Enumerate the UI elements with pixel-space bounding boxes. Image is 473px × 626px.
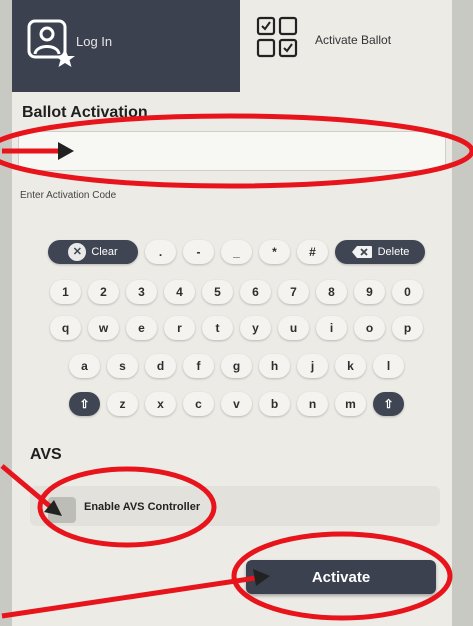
keyboard-row-digits: 1 2 3 4 5 6 7 8 9 0 bbox=[0, 280, 473, 304]
key-b[interactable]: b bbox=[259, 392, 290, 416]
key-p[interactable]: p bbox=[392, 316, 423, 340]
key-7[interactable]: 7 bbox=[278, 280, 309, 304]
key-dash[interactable]: - bbox=[183, 240, 214, 264]
avs-controller-label: Enable AVS Controller bbox=[84, 501, 201, 513]
activate-button[interactable]: Activate bbox=[246, 560, 436, 594]
key-h[interactable]: h bbox=[259, 354, 290, 378]
shift-key-right[interactable]: ⇧ bbox=[373, 392, 404, 416]
screen: Log In Activate Ballot bbox=[12, 0, 452, 626]
key-6[interactable]: 6 bbox=[240, 280, 271, 304]
shift-arrow-icon: ⇧ bbox=[383, 397, 394, 411]
keyboard-row-q: q w e r t y u i o p bbox=[0, 316, 473, 340]
key-8[interactable]: 8 bbox=[316, 280, 347, 304]
key-3[interactable]: 3 bbox=[126, 280, 157, 304]
key-4[interactable]: 4 bbox=[164, 280, 195, 304]
key-q[interactable]: q bbox=[50, 316, 81, 340]
key-period[interactable]: . bbox=[145, 240, 176, 264]
avs-controller-toggle[interactable] bbox=[48, 497, 76, 523]
clear-key-label: Clear bbox=[91, 246, 118, 258]
tab-activate-ballot[interactable]: Activate Ballot bbox=[240, 0, 452, 92]
delete-key-label: Delete bbox=[377, 246, 410, 258]
key-hash[interactable]: # bbox=[297, 240, 328, 264]
activation-code-help: Enter Activation Code bbox=[20, 190, 117, 201]
delete-key[interactable]: Delete bbox=[335, 240, 425, 264]
avs-title: AVS bbox=[30, 446, 62, 463]
key-m[interactable]: m bbox=[335, 392, 366, 416]
key-underscore[interactable]: _ bbox=[221, 240, 252, 264]
key-n[interactable]: n bbox=[297, 392, 328, 416]
shift-key-left[interactable]: ⇧ bbox=[69, 392, 100, 416]
key-l[interactable]: l bbox=[373, 354, 404, 378]
key-t[interactable]: t bbox=[202, 316, 233, 340]
key-w[interactable]: w bbox=[88, 316, 119, 340]
backspace-icon bbox=[351, 246, 372, 258]
shift-arrow-icon: ⇧ bbox=[79, 397, 90, 411]
key-u[interactable]: u bbox=[278, 316, 309, 340]
key-asterisk[interactable]: * bbox=[259, 240, 290, 264]
key-r[interactable]: r bbox=[164, 316, 195, 340]
key-v[interactable]: v bbox=[221, 392, 252, 416]
clear-x-icon: ✕ bbox=[68, 243, 87, 261]
key-0[interactable]: 0 bbox=[392, 280, 423, 304]
key-z[interactable]: z bbox=[107, 392, 138, 416]
key-y[interactable]: y bbox=[240, 316, 271, 340]
key-x[interactable]: x bbox=[145, 392, 176, 416]
tab-activate-label: Activate Ballot bbox=[315, 33, 392, 47]
tab-login[interactable]: Log In bbox=[12, 0, 240, 92]
ballot-checkbox-icon bbox=[256, 16, 298, 58]
key-s[interactable]: s bbox=[107, 354, 138, 378]
activation-code-input[interactable] bbox=[18, 131, 446, 171]
key-f[interactable]: f bbox=[183, 354, 214, 378]
key-k[interactable]: k bbox=[335, 354, 366, 378]
ballot-activation-title: Ballot Activation bbox=[22, 104, 148, 121]
key-i[interactable]: i bbox=[316, 316, 347, 340]
key-9[interactable]: 9 bbox=[354, 280, 385, 304]
key-e[interactable]: e bbox=[126, 316, 157, 340]
key-j[interactable]: j bbox=[297, 354, 328, 378]
tab-login-label: Log In bbox=[76, 34, 113, 49]
key-2[interactable]: 2 bbox=[88, 280, 119, 304]
key-5[interactable]: 5 bbox=[202, 280, 233, 304]
key-1[interactable]: 1 bbox=[50, 280, 81, 304]
key-c[interactable]: c bbox=[183, 392, 214, 416]
clear-key[interactable]: ✕ Clear bbox=[48, 240, 138, 264]
key-d[interactable]: d bbox=[145, 354, 176, 378]
keyboard-row-z: ⇧ z x c v b n m ⇧ bbox=[0, 392, 473, 416]
user-star-icon bbox=[27, 19, 75, 67]
keyboard-row-a: a s d f g h j k l bbox=[0, 354, 473, 378]
key-a[interactable]: a bbox=[69, 354, 100, 378]
key-o[interactable]: o bbox=[354, 316, 385, 340]
keyboard-row-symbols: ✕ Clear . - _ * # Delete bbox=[0, 240, 473, 264]
key-g[interactable]: g bbox=[221, 354, 252, 378]
